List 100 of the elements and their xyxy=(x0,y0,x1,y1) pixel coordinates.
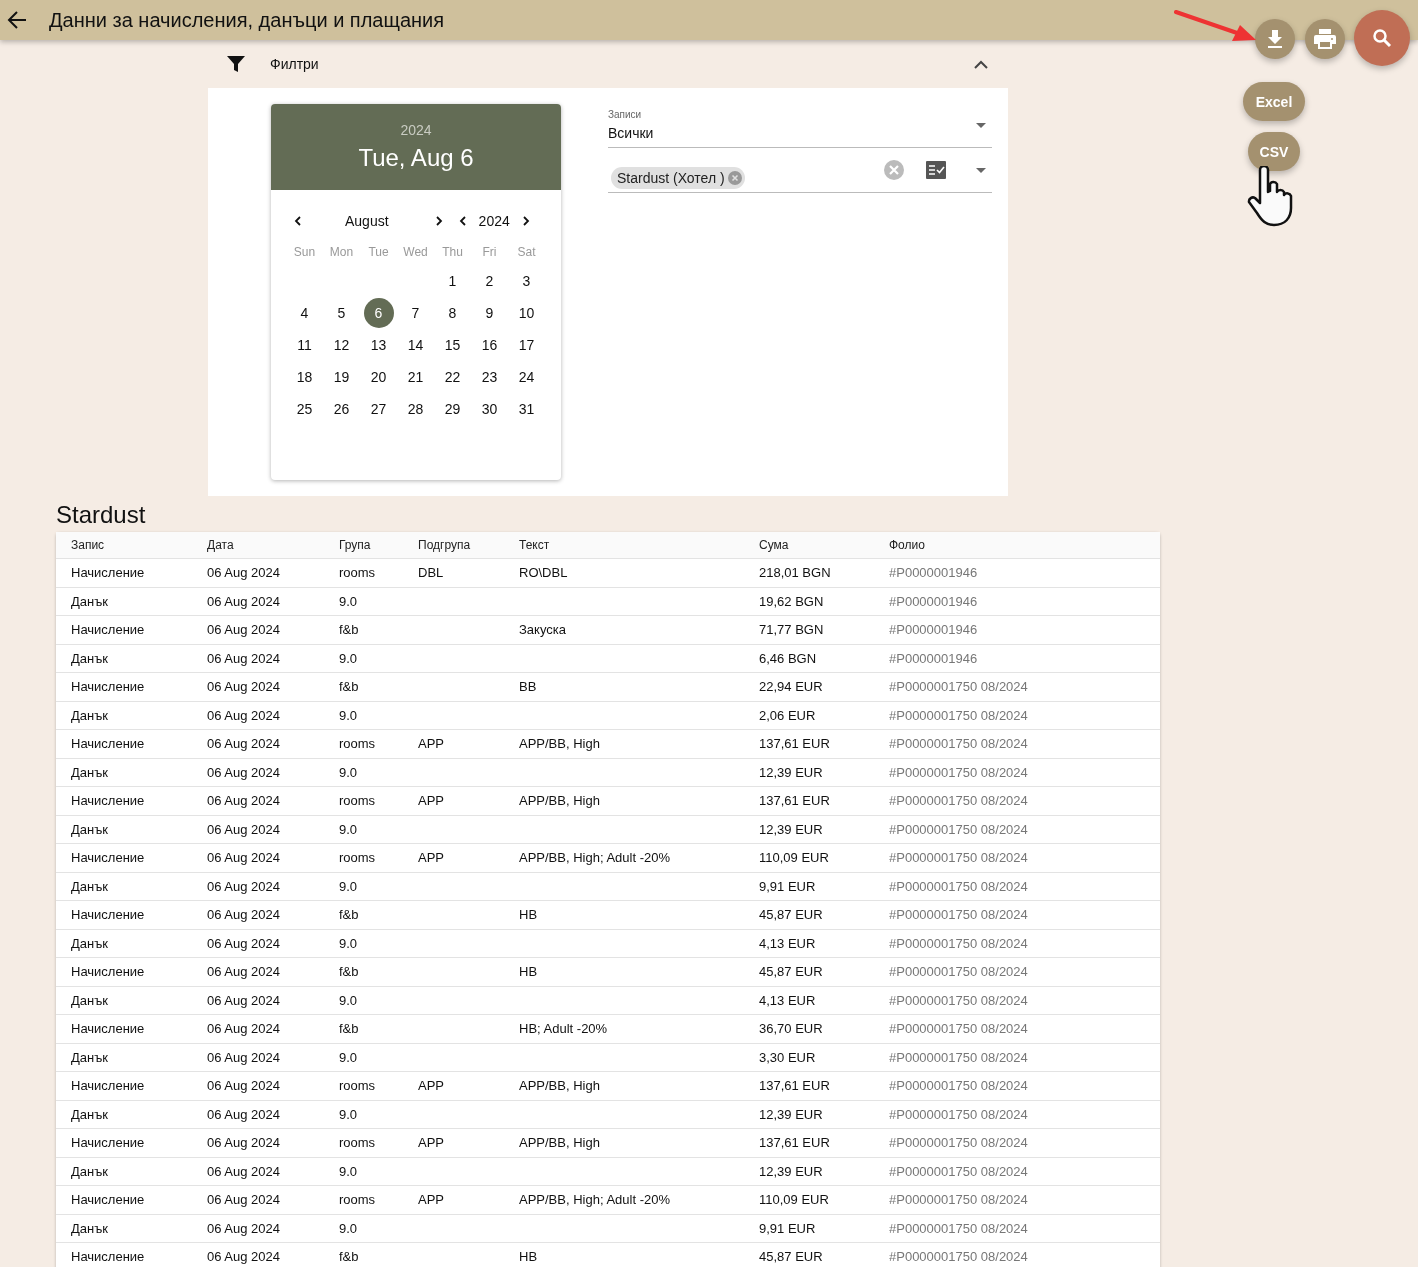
column-header: Запис xyxy=(71,538,106,552)
weekday-label: Tue xyxy=(368,244,389,261)
next-month-icon[interactable] xyxy=(434,216,443,226)
calendar-day[interactable]: 14 xyxy=(400,330,431,360)
calendar-day[interactable]: 26 xyxy=(326,394,357,424)
table-cell-text: f&b xyxy=(339,907,360,923)
folio-link[interactable]: #P0000001750 08/2024 xyxy=(889,1135,1160,1151)
calendar-day[interactable]: 18 xyxy=(289,362,320,392)
calendar-day[interactable]: 10 xyxy=(511,298,542,328)
table-cell-text: Начисление xyxy=(71,1135,146,1151)
folio-link[interactable]: #P0000001750 08/2024 xyxy=(889,1249,1160,1265)
next-year-icon[interactable] xyxy=(521,216,530,226)
folio-link[interactable]: #P0000001750 08/2024 xyxy=(889,964,1160,980)
table-cell-text: 06 Aug 2024 xyxy=(207,764,282,780)
folio-link[interactable]: #P0000001750 08/2024 xyxy=(889,992,1160,1008)
table-cell-text: 06 Aug 2024 xyxy=(207,736,282,752)
table-cell-text: 9.0 xyxy=(339,707,359,723)
calendar-day[interactable]: 21 xyxy=(400,362,431,392)
folio-link[interactable]: #P0000001750 08/2024 xyxy=(889,736,1160,752)
calendar-day[interactable]: 3 xyxy=(511,266,542,296)
calendar-day[interactable]: 5 xyxy=(326,298,357,328)
table-cell-text: 3,30 EUR xyxy=(759,1049,817,1065)
table-cell-text: Начисление xyxy=(71,565,146,581)
table-cell-text: APP/BB, High xyxy=(519,793,601,809)
calendar-day[interactable]: 12 xyxy=(326,330,357,360)
table-cell-text: 06 Aug 2024 xyxy=(207,650,282,666)
calendar-day[interactable]: 19 xyxy=(326,362,357,392)
table-cell-text: Данък xyxy=(71,992,110,1008)
search-icon xyxy=(1372,28,1392,48)
calendar-day[interactable]: 25 xyxy=(289,394,320,424)
folio-link[interactable]: #P0000001750 08/2024 xyxy=(889,1220,1160,1236)
calendar-day[interactable]: 4 xyxy=(289,298,320,328)
calendar-day[interactable]: 20 xyxy=(363,362,394,392)
folio-link[interactable]: #P0000001946 xyxy=(889,622,1160,638)
folio-link[interactable]: #P0000001750 08/2024 xyxy=(889,707,1160,723)
calendar-day[interactable]: 9 xyxy=(474,298,505,328)
folio-link[interactable]: #P0000001750 08/2024 xyxy=(889,821,1160,837)
folio-link[interactable]: #P0000001750 08/2024 xyxy=(889,907,1160,923)
calendar-day[interactable]: 2 xyxy=(474,266,505,296)
folio-link[interactable]: #P0000001946 xyxy=(889,650,1160,666)
previous-year-icon[interactable] xyxy=(458,216,467,226)
records-select-value: Всички xyxy=(608,125,654,141)
table-cell-text: Данък xyxy=(71,821,110,837)
folio-link[interactable]: #P0000001946 xyxy=(889,593,1160,609)
table-cell-text: APP xyxy=(418,1078,445,1094)
calendar-day[interactable]: 30 xyxy=(474,394,505,424)
calendar-day[interactable]: 15 xyxy=(437,330,468,360)
table-cell-text: rooms xyxy=(339,736,377,752)
folio-link[interactable]: #P0000001946 xyxy=(889,565,1160,581)
folio-link[interactable]: #P0000001750 08/2024 xyxy=(889,1192,1160,1208)
collapse-button[interactable] xyxy=(974,59,988,69)
calendar-day[interactable]: 29 xyxy=(437,394,468,424)
table-cell-text: APP/BB, High xyxy=(519,1078,601,1094)
calendar-day[interactable]: 11 xyxy=(289,330,320,360)
calendar-day[interactable]: 1 xyxy=(437,266,468,296)
table-cell-text: Данък xyxy=(71,1220,110,1236)
folio-link[interactable]: #P0000001750 08/2024 xyxy=(889,764,1160,780)
table-cell-text: 6,46 BGN xyxy=(759,650,818,666)
folio-link[interactable]: #P0000001750 08/2024 xyxy=(889,935,1160,951)
calendar-day[interactable]: 17 xyxy=(511,330,542,360)
table-cell-text: APP xyxy=(418,736,445,752)
table-cell-text: 218,01 BGN xyxy=(759,565,832,581)
folio-link[interactable]: #P0000001750 08/2024 xyxy=(889,1163,1160,1179)
table-cell-text: 4,13 EUR xyxy=(759,935,817,951)
previous-month-icon[interactable] xyxy=(294,216,302,226)
search-button[interactable] xyxy=(1354,10,1410,66)
back-button[interactable] xyxy=(6,9,28,31)
folio-link[interactable]: #P0000001750 08/2024 xyxy=(889,1049,1160,1065)
table-cell-text: 9.0 xyxy=(339,764,359,780)
table-cell-text: 110,09 EUR xyxy=(759,850,830,866)
table-cell-text: f&b xyxy=(339,679,360,695)
calendar-day[interactable]: 31 xyxy=(511,394,542,424)
hotel-select[interactable]: Stardust (Хотел ) xyxy=(608,148,992,193)
table-cell-text: Данък xyxy=(71,650,110,666)
calendar-day[interactable]: 6 xyxy=(363,298,394,328)
calendar-day[interactable]: 13 xyxy=(363,330,394,360)
table-cell-text: Данък xyxy=(71,1163,110,1179)
select-all-button[interactable] xyxy=(926,161,946,179)
calendar-day[interactable]: 16 xyxy=(474,330,505,360)
table-cell-text: 9,91 EUR xyxy=(759,1220,817,1236)
print-button[interactable] xyxy=(1305,19,1345,59)
download-button[interactable] xyxy=(1255,19,1295,59)
calendar-day[interactable]: 23 xyxy=(474,362,505,392)
calendar-day[interactable]: 7 xyxy=(400,298,431,328)
folio-link[interactable]: #P0000001750 08/2024 xyxy=(889,850,1160,866)
table-cell-text: 06 Aug 2024 xyxy=(207,992,282,1008)
folio-link[interactable]: #P0000001750 08/2024 xyxy=(889,1078,1160,1094)
calendar-day[interactable]: 8 xyxy=(437,298,468,328)
folio-link[interactable]: #P0000001750 08/2024 xyxy=(889,679,1160,695)
table-cell-text: Начисление xyxy=(71,1249,146,1265)
folio-link[interactable]: #P0000001750 08/2024 xyxy=(889,793,1160,809)
records-select[interactable]: Записи Всички xyxy=(608,109,992,148)
calendar-day[interactable]: 28 xyxy=(400,394,431,424)
calendar-day[interactable]: 22 xyxy=(437,362,468,392)
calendar-day[interactable]: 24 xyxy=(511,362,542,392)
folio-link[interactable]: #P0000001750 08/2024 xyxy=(889,1021,1160,1037)
calendar-day[interactable]: 27 xyxy=(363,394,394,424)
folio-link[interactable]: #P0000001750 08/2024 xyxy=(889,878,1160,894)
hotel-chip[interactable]: Stardust (Хотел ) xyxy=(611,166,745,189)
folio-link[interactable]: #P0000001750 08/2024 xyxy=(889,1106,1160,1122)
